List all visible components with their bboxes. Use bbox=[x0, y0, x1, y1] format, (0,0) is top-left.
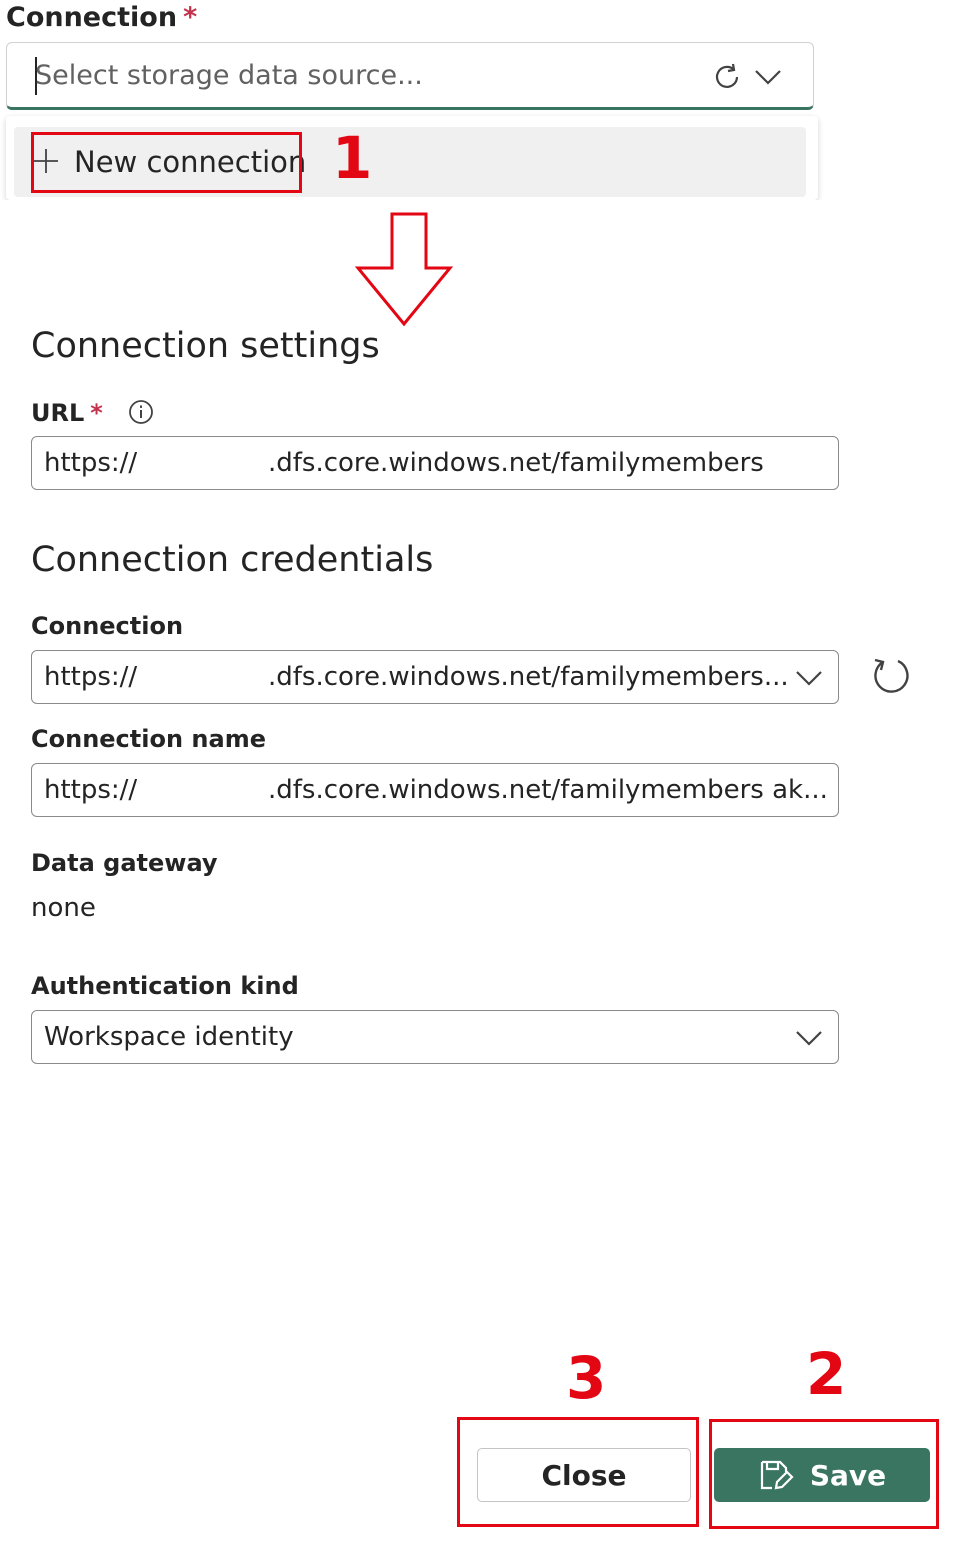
connection-label-top: Connection * bbox=[6, 2, 197, 33]
connection-settings-heading: Connection settings bbox=[31, 326, 380, 366]
highlight-box-new-connection bbox=[31, 132, 302, 193]
authentication-kind-label: Authentication kind bbox=[31, 972, 299, 1000]
popup-cut-mask bbox=[0, 200, 973, 210]
step-number-2: 2 bbox=[806, 1340, 847, 1408]
storage-source-combobox[interactable]: Select storage data source... bbox=[6, 42, 814, 110]
chevron-down-icon[interactable] bbox=[753, 67, 783, 87]
url-label: URL * bbox=[31, 399, 103, 427]
down-arrow-annotation bbox=[354, 212, 454, 327]
connection-name-suffix: .dfs.core.windows.net/familymembers ak..… bbox=[268, 775, 828, 805]
authentication-kind-value: Workspace identity bbox=[44, 1022, 294, 1052]
connection-name-label: Connection name bbox=[31, 725, 266, 753]
step-number-3: 3 bbox=[566, 1344, 607, 1412]
connection-select[interactable]: https:// .dfs.core.windows.net/familymem… bbox=[31, 650, 839, 704]
close-button-label: Close bbox=[541, 1458, 627, 1492]
storage-source-placeholder: Select storage data source... bbox=[35, 60, 423, 91]
connection-label-text: Connection bbox=[6, 2, 178, 33]
data-gateway-value: none bbox=[31, 893, 96, 923]
url-label-text: URL bbox=[31, 399, 85, 427]
url-value-suffix: .dfs.core.windows.net/familymembers bbox=[268, 448, 764, 478]
connection-value-suffix: .dfs.core.windows.net/familymembers... bbox=[268, 662, 789, 692]
required-asterisk: * bbox=[183, 2, 198, 33]
refresh-connections-icon[interactable] bbox=[870, 654, 912, 696]
url-required-asterisk: * bbox=[90, 399, 103, 427]
url-value-prefix: https:// bbox=[44, 448, 138, 478]
connection-value-prefix: https:// bbox=[44, 662, 138, 692]
authentication-kind-select[interactable]: Workspace identity bbox=[31, 1010, 839, 1064]
chevron-down-icon bbox=[796, 1031, 822, 1046]
save-button-label: Save bbox=[809, 1458, 887, 1492]
url-input[interactable]: https:// .dfs.core.windows.net/familymem… bbox=[31, 436, 839, 490]
save-edit-icon bbox=[760, 1460, 794, 1490]
refresh-icon[interactable] bbox=[711, 61, 743, 93]
connection-name-input[interactable]: https:// .dfs.core.windows.net/familymem… bbox=[31, 763, 839, 817]
info-icon[interactable] bbox=[128, 399, 154, 425]
chevron-down-icon bbox=[796, 671, 822, 686]
step-number-1: 1 bbox=[332, 124, 373, 192]
connection-name-prefix: https:// bbox=[44, 775, 138, 805]
data-gateway-label: Data gateway bbox=[31, 849, 218, 877]
connection-credentials-heading: Connection credentials bbox=[31, 540, 434, 580]
save-button[interactable]: Save bbox=[714, 1448, 930, 1502]
close-button[interactable]: Close bbox=[477, 1448, 691, 1502]
connection-label: Connection bbox=[31, 612, 184, 640]
